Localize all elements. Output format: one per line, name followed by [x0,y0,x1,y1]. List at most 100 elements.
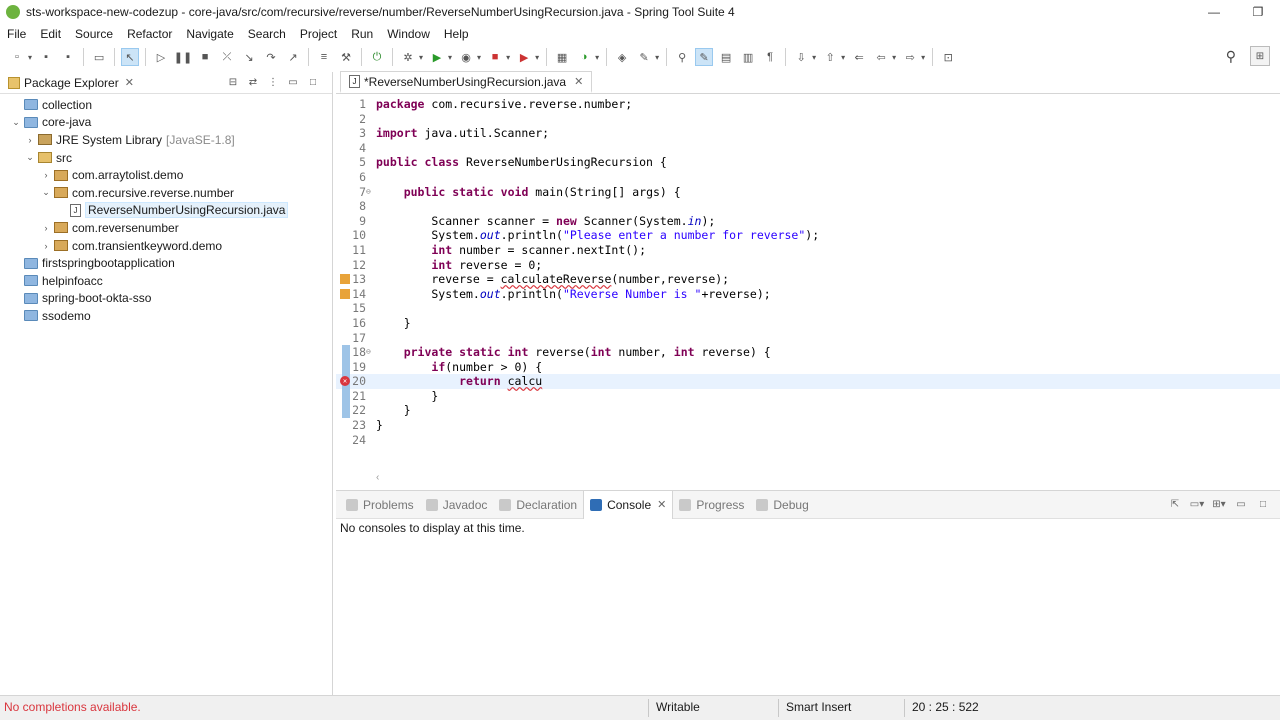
terminal-icon[interactable]: ▭ [90,48,108,66]
expanded-chevron-icon[interactable]: ⌄ [24,152,36,163]
code-line[interactable]: 5 public class ReverseNumberUsingRecursio… [336,155,1280,170]
close-icon[interactable]: ✕ [574,75,583,88]
toggle-block-selection-icon[interactable]: ▤ [717,48,735,66]
run-icon[interactable]: ▶ [428,48,446,66]
close-icon[interactable]: ✕ [125,76,134,89]
tree-item[interactable]: ⌄ core-java [0,114,332,132]
debug-icon[interactable]: ✲ [399,48,417,66]
tab-progress[interactable]: Progress [673,491,750,519]
editor-tab[interactable]: J *ReverseNumberUsingRecursion.java ✕ [340,71,593,93]
external-tools-icon[interactable]: ▶ [515,48,533,66]
new-java-package-icon[interactable]: ▦ [553,48,571,66]
pin-console-icon[interactable]: ⇱ [1168,497,1182,511]
tree-item[interactable]: › JRE System Library [JavaSE-1.8] [0,131,332,149]
code-line[interactable]: 6 [336,170,1280,185]
restore-button[interactable]: ❐ [1236,0,1280,24]
code-line[interactable]: 15 [336,301,1280,316]
open-console-icon[interactable]: ⊞▾ [1212,497,1226,511]
collapsed-chevron-icon[interactable]: › [40,223,52,233]
code-line[interactable]: 1 package com.recursive.reverse.number; [336,97,1280,112]
code-line[interactable]: 11 int number = scanner.nextInt(); [336,243,1280,258]
menu-refactor[interactable]: Refactor [120,27,179,41]
menu-help[interactable]: Help [437,27,476,41]
link-with-editor-icon[interactable]: ⇄ [246,75,260,89]
collapsed-chevron-icon[interactable]: › [40,241,52,251]
step-into-icon[interactable]: ↘ [240,48,258,66]
collapsed-chevron-icon[interactable]: › [24,135,36,145]
expanded-chevron-icon[interactable]: ⌄ [40,187,52,198]
tree-item[interactable]: J ReverseNumberUsingRecursion.java [0,202,332,220]
debug-dropdown-icon[interactable]: ▾ [419,53,423,62]
tree-item[interactable]: firstspringbootapplication [0,254,332,272]
view-menu-icon[interactable]: ⋮ [266,75,280,89]
menu-search[interactable]: Search [241,27,293,41]
pin-editor-icon[interactable]: ⊡ [939,48,957,66]
toggle-breadcrumb-icon[interactable]: ⚲ [673,48,691,66]
code-line[interactable]: 7 ⊖ public static void main(String[] args… [336,185,1280,200]
code-line[interactable]: 16 } [336,316,1280,331]
stop-server-icon[interactable]: ■ [486,48,504,66]
menu-run[interactable]: Run [344,27,380,41]
use-step-filters-icon[interactable]: ≡ [315,48,333,66]
code-line[interactable]: 2 [336,112,1280,127]
suspend-icon[interactable]: ❚❚ [174,48,192,66]
tree-item[interactable]: › com.reversenumber [0,219,332,237]
display-console-icon[interactable]: ▭▾ [1190,497,1204,511]
last-edit-location-icon[interactable]: ⇐ [850,48,868,66]
code-line[interactable]: 8 [336,199,1280,214]
tab-console[interactable]: Console ✕ [583,490,674,519]
coverage-icon[interactable]: ◉ [457,48,475,66]
new-class-dropdown-icon[interactable]: ▾ [595,53,599,62]
collapsed-chevron-icon[interactable]: › [40,170,52,180]
coverage-dropdown-icon[interactable]: ▾ [477,53,481,62]
minimize-view-icon[interactable]: ▭ [286,75,300,89]
menu-window[interactable]: Window [380,27,437,41]
previous-annotation-dropdown-icon[interactable]: ▾ [841,53,845,62]
code-line[interactable]: 17 [336,331,1280,346]
search-icon[interactable]: ⚲ [1226,48,1236,65]
menu-file[interactable]: File [0,27,33,41]
tab-javadoc[interactable]: Javadoc [420,491,494,519]
new-icon[interactable]: ▫ [8,48,26,66]
search-tool-icon[interactable]: ✎ [635,48,653,66]
tree-item[interactable]: › com.transientkeyword.demo [0,237,332,255]
status-insert-mode[interactable]: Smart Insert [786,700,851,714]
tree-item[interactable]: ⌄ com.recursive.reverse.number [0,184,332,202]
terminate-icon[interactable]: ■ [196,48,214,66]
step-over-icon[interactable]: ↷ [262,48,280,66]
back-icon[interactable]: ⇦ [872,48,890,66]
back-dropdown-icon[interactable]: ▾ [892,53,896,62]
run-dropdown-icon[interactable]: ▾ [448,53,452,62]
open-type-icon[interactable]: ◈ [613,48,631,66]
tab-problems[interactable]: Problems [340,491,420,519]
code-line[interactable]: 10 System.out.println("Please enter a nu… [336,228,1280,243]
tree-item[interactable]: collection [0,96,332,114]
save-icon[interactable]: ▪ [37,48,55,66]
new-java-class-icon[interactable]: ◑ [575,48,593,66]
stop-dropdown-icon[interactable]: ▾ [506,53,510,62]
search-dropdown-icon[interactable]: ▾ [655,53,659,62]
next-annotation-dropdown-icon[interactable]: ▾ [812,53,816,62]
spring-boot-dashboard-icon[interactable]: ⏻ [368,48,386,66]
code-line[interactable]: 13 reverse = calculateReverse(number,rev… [336,272,1280,287]
external-tools-dropdown-icon[interactable]: ▾ [535,53,539,62]
fold-toggle-icon[interactable]: ⊖ [366,345,371,360]
package-explorer-tab[interactable]: Package Explorer ✕ [8,76,134,90]
forward-icon[interactable]: ⇨ [901,48,919,66]
new-dropdown-icon[interactable]: ▾ [28,53,32,62]
code-line[interactable]: 3 import java.util.Scanner; [336,126,1280,141]
code-line[interactable]: ✕ 20 return calcu [336,374,1280,389]
minimize-button[interactable]: — [1192,0,1236,24]
scroll-left-icon[interactable]: ‹ [376,472,379,483]
tree-item[interactable]: › com.arraytolist.demo [0,166,332,184]
menu-source[interactable]: Source [68,27,120,41]
cursor-select-icon[interactable]: ↖ [121,48,140,66]
step-return-icon[interactable]: ↗ [284,48,302,66]
resume-icon[interactable]: ▷ [152,48,170,66]
code-line[interactable]: 18 ⊖ private static int reverse(int numbe… [336,345,1280,360]
tab-debug[interactable]: Debug [750,491,814,519]
maximize-view-icon[interactable]: □ [306,75,320,89]
mark-occurrences-icon[interactable]: ✎ [695,48,714,66]
code-line[interactable]: 23} [336,418,1280,433]
next-annotation-icon[interactable]: ⇩ [792,48,810,66]
